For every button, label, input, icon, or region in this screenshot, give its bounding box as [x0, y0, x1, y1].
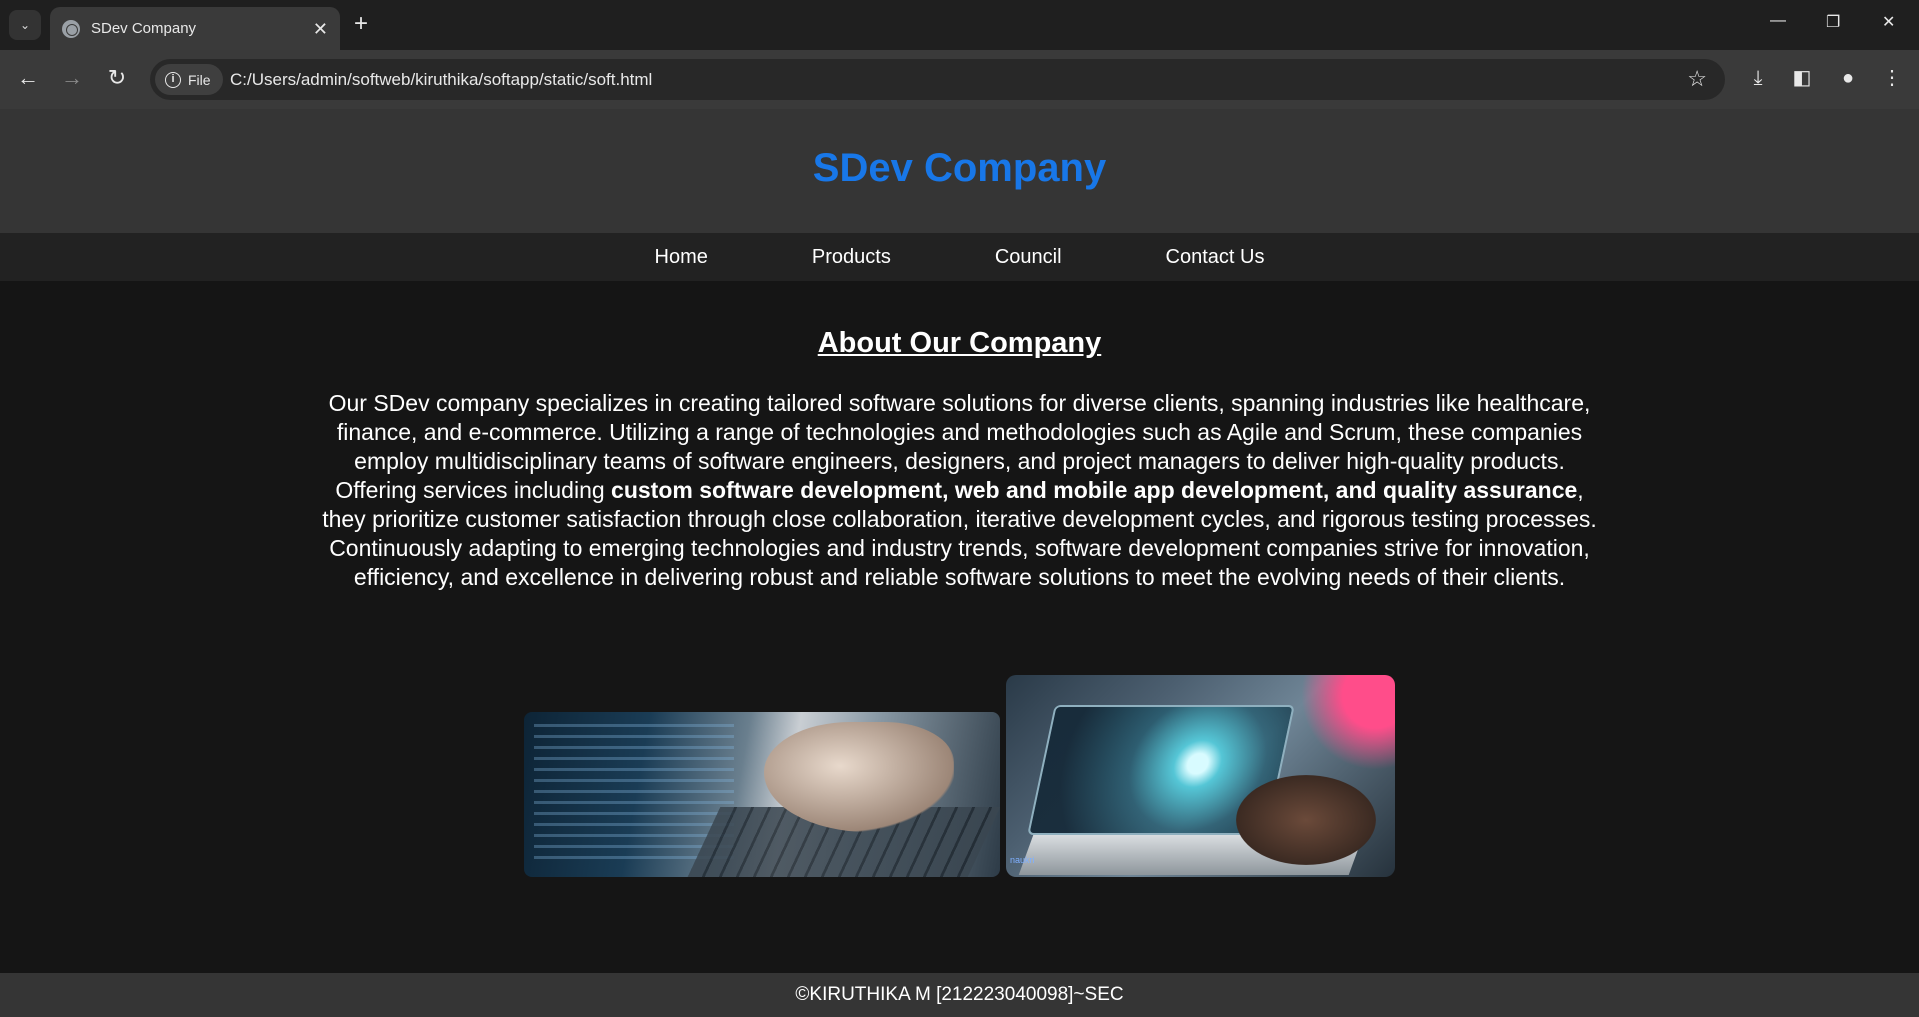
profile-icon[interactable]: ●: [1833, 64, 1863, 92]
side-panel-icon[interactable]: ◧: [1787, 64, 1817, 92]
laptop-typing-image: [524, 712, 1000, 877]
menu-icon[interactable]: ⋮: [1877, 64, 1907, 92]
site-info-label: File: [188, 71, 211, 88]
reload-button[interactable]: ↻: [103, 65, 131, 91]
site-info-chip[interactable]: i File: [155, 64, 223, 95]
browser-tabstrip: ⌄ SDev Company ✕ + — ❐ ✕: [0, 0, 1919, 50]
site-header: SDev Company: [0, 109, 1919, 233]
back-button[interactable]: ←: [14, 65, 42, 91]
globe-icon: [62, 19, 80, 38]
laptop-hologram-image: naukri: [1006, 675, 1395, 877]
address-bar[interactable]: i File C:/Users/admin/softweb/kiruthika/…: [150, 59, 1725, 100]
tab-title: SDev Company: [91, 20, 197, 37]
image-logo: naukri: [1010, 855, 1035, 865]
url-text[interactable]: C:/Users/admin/softweb/kiruthika/softapp…: [230, 70, 652, 90]
about-heading: About Our Company: [817, 327, 1102, 359]
about-text-services: custom software development, web and mob…: [611, 477, 1578, 503]
window-close-button[interactable]: ✕: [1882, 12, 1895, 32]
bookmark-star-icon[interactable]: ☆: [1687, 66, 1707, 92]
page-content: SDev Company Home Products Council Conta…: [0, 109, 1919, 1017]
new-tab-button[interactable]: +: [354, 11, 368, 37]
browser-tab[interactable]: SDev Company ✕: [50, 7, 340, 50]
site-title: SDev Company: [812, 146, 1107, 190]
minimize-button[interactable]: —: [1770, 12, 1786, 30]
restore-button[interactable]: ❐: [1826, 12, 1840, 32]
site-nav: Home Products Council Contact Us: [0, 233, 1919, 281]
site-footer: ©KIRUTHIKA M [212223040098]~SEC: [0, 973, 1919, 1017]
nav-council[interactable]: Council: [995, 246, 1062, 269]
download-icon[interactable]: ⤓: [1743, 64, 1773, 92]
nav-products[interactable]: Products: [812, 246, 891, 269]
chevron-down-icon: ⌄: [19, 18, 31, 32]
tab-search-button[interactable]: ⌄: [9, 10, 41, 40]
about-paragraph: Our SDev company specializes in creating…: [320, 389, 1599, 592]
forward-button[interactable]: →: [58, 65, 86, 91]
info-icon: i: [165, 71, 181, 88]
nav-contact-us[interactable]: Contact Us: [1166, 246, 1265, 269]
nav-home[interactable]: Home: [655, 246, 708, 269]
tab-close-icon[interactable]: ✕: [313, 20, 328, 38]
browser-toolbar: ← → ↻ i File C:/Users/admin/softweb/kiru…: [0, 50, 1919, 109]
